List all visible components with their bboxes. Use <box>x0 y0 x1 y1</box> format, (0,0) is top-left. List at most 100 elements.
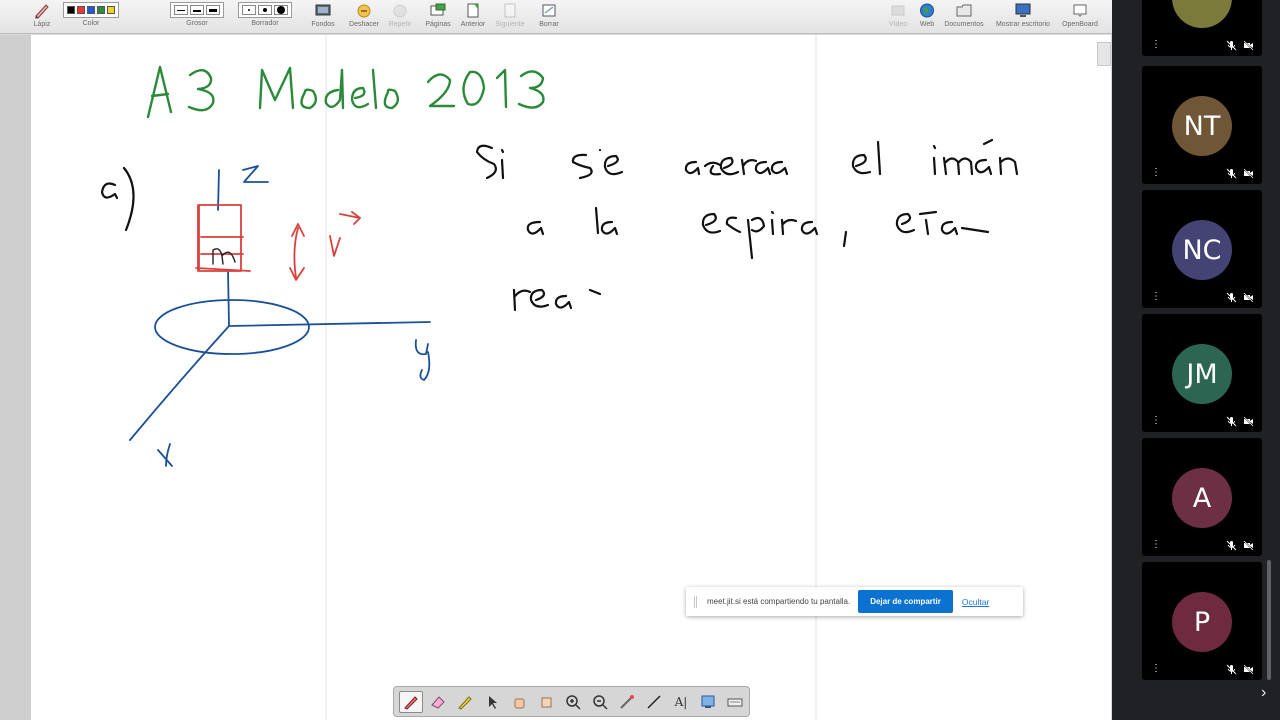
camera-off-icon <box>1243 540 1254 551</box>
more-options-icon[interactable]: ⋮ <box>1151 40 1161 50</box>
zoom-in-tool[interactable] <box>561 691 585 713</box>
avatar <box>1172 0 1232 28</box>
participants-scrollbar[interactable] <box>1267 560 1271 680</box>
more-options-icon[interactable]: ⋮ <box>1151 292 1161 302</box>
redo-icon <box>393 4 407 18</box>
avatar: NT <box>1172 96 1232 156</box>
line-icon <box>647 694 661 709</box>
left-margin <box>0 35 31 720</box>
next-page-icon <box>504 3 516 18</box>
drag-handle-icon[interactable] <box>694 595 697 608</box>
line-tool[interactable] <box>642 691 666 713</box>
color-swatch[interactable] <box>67 6 75 14</box>
zoom-out-icon <box>593 694 608 710</box>
mic-off-icon <box>1226 416 1237 427</box>
stroke-medium-option[interactable] <box>190 5 204 15</box>
color-swatch[interactable] <box>87 6 95 14</box>
globe-icon <box>920 3 934 18</box>
stop-sharing-button[interactable]: Dejar de compartir <box>858 590 953 613</box>
share-message: meet.jit.si está compartiendo tu pantall… <box>707 597 851 606</box>
participant-tile[interactable]: JM ⋮ <box>1142 314 1262 432</box>
openboard-icon <box>1073 4 1087 17</box>
board-fold-line <box>325 35 327 720</box>
clear-page-button[interactable]: Borrar <box>529 3 569 29</box>
pen-tool[interactable] <box>399 690 423 713</box>
documents-icon <box>956 4 972 17</box>
cursor-icon <box>489 695 497 709</box>
show-desktop-button[interactable]: Mostrar escritorio <box>996 3 1050 29</box>
laser-pointer-icon <box>620 694 634 709</box>
backgrounds-icon <box>315 4 331 16</box>
pages-button[interactable]: Páginas <box>418 3 458 29</box>
color-swatch[interactable] <box>97 6 105 14</box>
participant-tile[interactable]: NC ⋮ <box>1142 190 1262 308</box>
eraser-tool-icon <box>431 695 445 709</box>
hand-tool[interactable] <box>507 691 531 713</box>
color-swatch[interactable] <box>77 6 85 14</box>
participant-tile[interactable]: P ⋮ <box>1142 562 1262 680</box>
redo-button[interactable]: Repetir <box>380 3 420 29</box>
mic-off-icon <box>1226 168 1237 179</box>
more-options-icon[interactable]: ⋮ <box>1151 168 1161 178</box>
previous-page-icon <box>467 3 479 18</box>
board-fold-line <box>815 35 817 720</box>
stroke-thin-option[interactable] <box>174 5 188 15</box>
capture-tool[interactable] <box>534 691 558 713</box>
video-icon <box>891 5 905 16</box>
camera-off-icon <box>1243 416 1254 427</box>
undo-icon <box>357 4 371 18</box>
selector-tool[interactable] <box>480 691 504 713</box>
more-options-icon[interactable]: ⋮ <box>1151 664 1161 674</box>
hand-icon <box>514 698 525 708</box>
zoom-in-icon <box>566 694 581 710</box>
avatar: A <box>1172 468 1232 528</box>
next-page-button[interactable]: Siguiente <box>490 3 530 29</box>
documents-button[interactable]: Documentos <box>944 3 984 29</box>
participant-tile[interactable]: A ⋮ <box>1142 438 1262 556</box>
desktop-icon <box>1015 3 1031 17</box>
eraser-large-option[interactable] <box>274 5 288 15</box>
web-button[interactable]: Web <box>907 3 947 29</box>
drawing-tools-palette: A| <box>393 686 750 717</box>
undo-button[interactable]: Deshacer <box>344 3 384 29</box>
keyboard-tool[interactable] <box>723 691 747 713</box>
eraser-small-option[interactable] <box>242 5 256 15</box>
more-options-icon[interactable]: ⋮ <box>1151 540 1161 550</box>
avatar: JM <box>1172 344 1232 404</box>
participant-tile[interactable]: NT ⋮ <box>1142 66 1262 184</box>
camera-off-icon <box>1243 40 1254 51</box>
eraser-tool[interactable] <box>426 691 450 713</box>
chevron-right-icon[interactable]: › <box>1261 684 1266 702</box>
camera-off-icon <box>1243 664 1254 675</box>
openboard-menu-button[interactable]: OpenBoard <box>1060 3 1100 29</box>
backgrounds-button[interactable]: Fondos <box>303 3 343 29</box>
highlighter-tool[interactable] <box>453 691 477 713</box>
main-toolbar: Lápiz Color Grosor Borrador Fondos Desha… <box>0 0 1112 34</box>
color-swatch[interactable] <box>107 6 115 14</box>
mic-off-icon <box>1226 540 1237 551</box>
eraser-size-picker: Borrador <box>238 2 292 28</box>
board-capture-icon <box>701 695 715 708</box>
previous-page-button[interactable]: Anterior <box>453 3 493 29</box>
color-swatches <box>63 2 119 18</box>
laser-pointer-tool[interactable] <box>615 691 639 713</box>
capture-icon <box>541 697 552 707</box>
hide-notice-link[interactable]: Ocultar <box>962 597 989 607</box>
board-capture-tool[interactable] <box>696 691 720 713</box>
more-options-icon[interactable]: ⋮ <box>1151 416 1161 426</box>
color-picker: Color <box>63 2 119 28</box>
stroke-thick-option[interactable] <box>206 5 220 15</box>
pages-icon <box>430 3 446 16</box>
eraser-medium-option[interactable] <box>258 5 272 15</box>
board-side-handle[interactable] <box>1097 42 1111 66</box>
avatar: P <box>1172 592 1232 652</box>
pen-button[interactable]: Lápiz <box>33 2 51 29</box>
whiteboard-canvas[interactable] <box>31 35 1111 720</box>
mic-off-icon <box>1226 292 1237 303</box>
participant-tile[interactable]: ⋮ <box>1142 0 1262 56</box>
mic-off-icon <box>1226 40 1237 51</box>
text-tool[interactable]: A| <box>669 691 693 713</box>
avatar: NC <box>1172 220 1232 280</box>
stroke-width-picker: Grosor <box>170 2 224 28</box>
zoom-out-tool[interactable] <box>588 691 612 713</box>
